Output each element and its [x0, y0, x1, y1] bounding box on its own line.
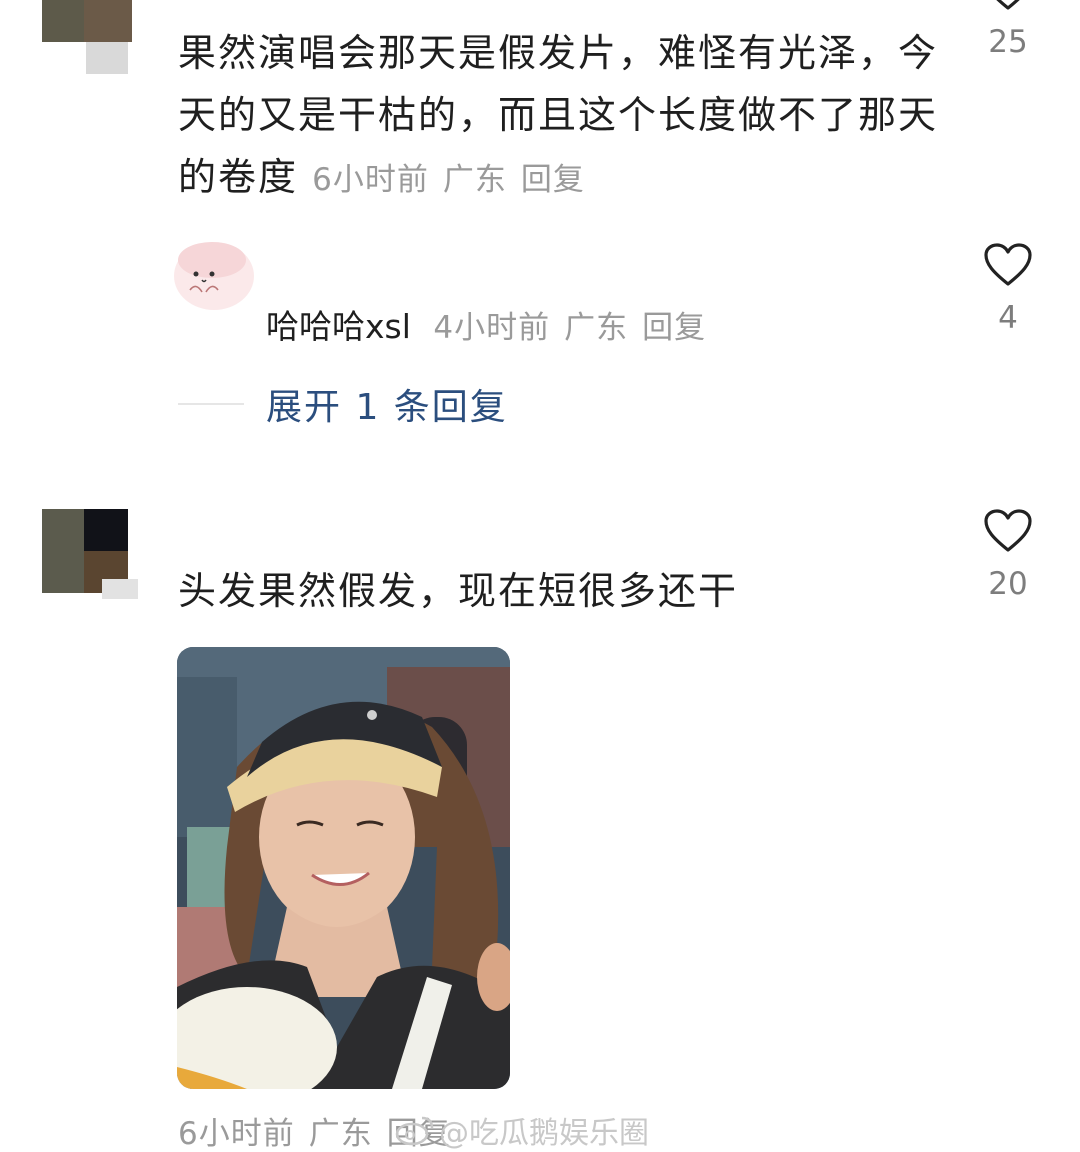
- reply-meta: 4小时前 广东 回复: [433, 310, 720, 346]
- comment-text: 头发果然假发，现在短很多还干: [178, 569, 739, 613]
- expand-replies[interactable]: 展开 1 条回复: [178, 378, 508, 430]
- heart-icon: [996, 0, 1020, 10]
- reply-button[interactable]: 回复: [521, 162, 585, 198]
- weibo-logo-icon: [395, 1116, 434, 1146]
- reply-location: 广东: [564, 310, 629, 346]
- reply-username[interactable]: 哈哈哈xsl: [266, 307, 411, 346]
- watermark-text: @吃瓜鹅娱乐圈: [439, 1116, 649, 1151]
- commenter-avatar[interactable]: [42, 0, 138, 74]
- heart-icon: [984, 243, 1032, 286]
- comment-time: 6小时前: [178, 1116, 295, 1152]
- like-count: 20: [988, 566, 1028, 602]
- reply-row: 哈哈哈xsl 4小时前 广东 回复: [266, 300, 720, 348]
- reply-like-button[interactable]: 4: [968, 242, 1048, 336]
- watermark: @吃瓜鹅娱乐圈: [395, 1108, 649, 1152]
- heart-icon: [984, 509, 1032, 552]
- like-button[interactable]: 20: [968, 508, 1048, 602]
- comment-body: 头发果然假发，现在短很多还干: [178, 560, 738, 622]
- expand-divider: [178, 403, 244, 405]
- like-count: 25: [988, 24, 1028, 60]
- comment-location: 广东: [308, 1116, 373, 1152]
- comment-location: 广东: [442, 162, 507, 198]
- comment-meta: 6小时前 广东 回复: [312, 162, 599, 198]
- expand-replies-label[interactable]: 展开 1 条回复: [266, 378, 508, 430]
- reply-time: 4小时前: [433, 310, 551, 346]
- comment-body: 果然演唱会那天是假发片，难怪有光泽，今天的又是干枯的，而且这个长度做不了那天的卷…: [178, 22, 938, 211]
- commenter-avatar[interactable]: [42, 509, 142, 599]
- like-button[interactable]: 25: [968, 0, 1048, 60]
- comment-photo[interactable]: [177, 647, 510, 1089]
- reply-like-count: 4: [998, 300, 1018, 336]
- reply-reply-button[interactable]: 回复: [642, 310, 706, 346]
- comment-time: 6小时前: [312, 162, 429, 198]
- reply-avatar[interactable]: [166, 230, 262, 312]
